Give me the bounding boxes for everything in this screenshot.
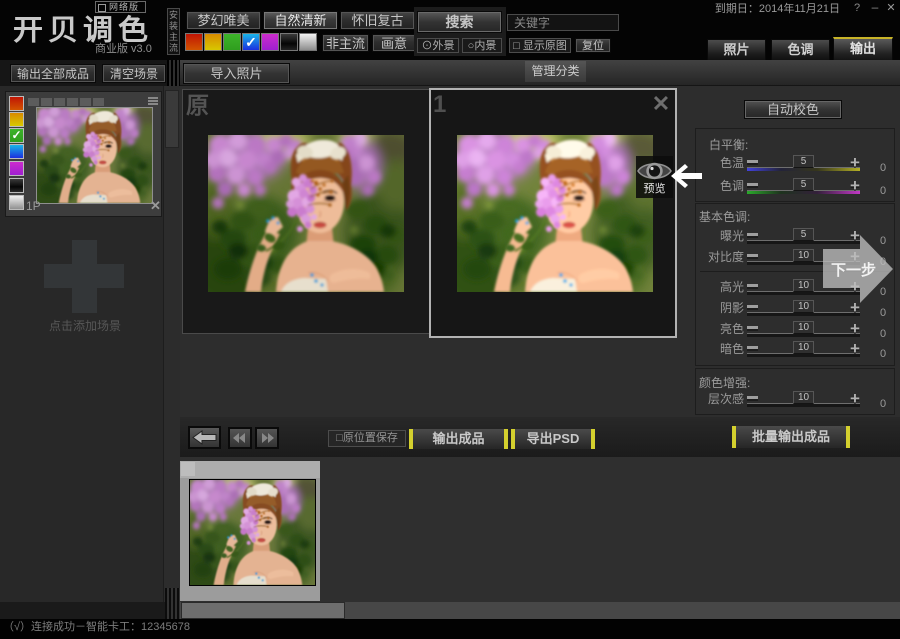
- svg-text:下一步: 下一步: [831, 262, 876, 279]
